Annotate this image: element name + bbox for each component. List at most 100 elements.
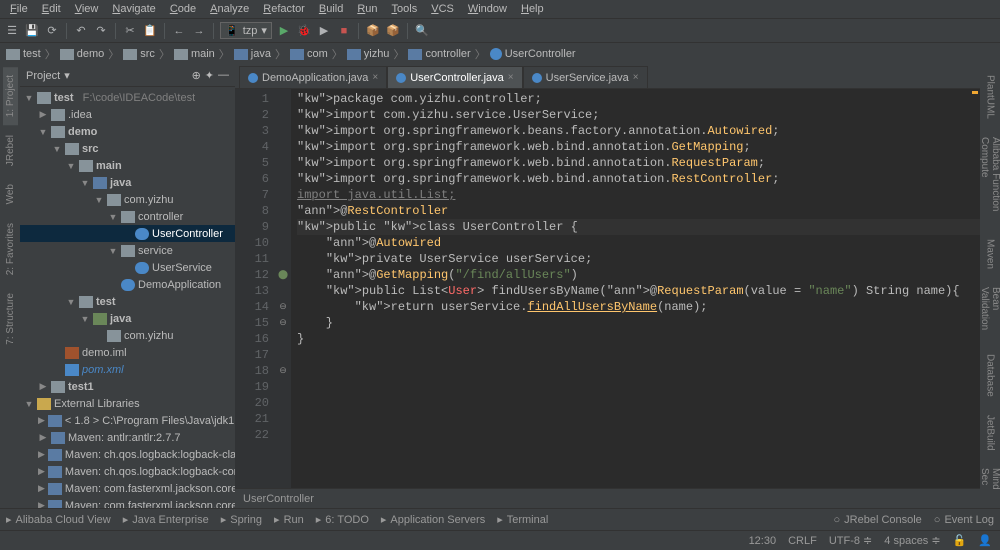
settings-icon[interactable]: ✦ xyxy=(205,69,214,82)
vtab-maven[interactable]: Maven xyxy=(983,231,998,277)
coverage-icon[interactable]: ▶ xyxy=(316,23,332,39)
code-editor[interactable]: 12345678910111213141516171819202122 ⬤⊖⊖⊖… xyxy=(235,89,980,488)
menu-window[interactable]: Window xyxy=(462,1,513,17)
tree-usercontroller[interactable]: UserController xyxy=(20,225,235,242)
vtab-database[interactable]: Database xyxy=(983,346,998,405)
tree-extlib[interactable]: ▼External Libraries xyxy=(20,395,235,412)
bottom-tab-jrebel-console[interactable]: ○JRebel Console xyxy=(833,514,921,526)
bottom-tab-alibaba-cloud-view[interactable]: ▸Alibaba Cloud View xyxy=(6,513,111,526)
crumb-demo[interactable]: demo xyxy=(60,48,105,60)
vtab-favorites[interactable]: 2: Favorites xyxy=(3,215,18,283)
copy-icon[interactable]: 📋 xyxy=(142,23,158,39)
tree-item[interactable]: com.yizhu xyxy=(20,327,235,344)
tree-item[interactable]: ▼src xyxy=(20,140,235,157)
bottom-tab-6-todo[interactable]: ▸6: TODO xyxy=(316,513,369,526)
vtab-web[interactable]: Web xyxy=(3,176,18,212)
debug-icon[interactable]: 🐞 xyxy=(296,23,312,39)
menu-view[interactable]: View xyxy=(69,1,105,17)
bottom-tab-event-log[interactable]: ○Event Log xyxy=(934,514,994,526)
crumb-yizhu[interactable]: yizhu xyxy=(347,48,390,60)
redo-icon[interactable]: ↷ xyxy=(93,23,109,39)
crumb-com[interactable]: com xyxy=(290,48,328,60)
vtab-plantuml[interactable]: PlantUML xyxy=(983,67,998,127)
crumb-UserController[interactable]: UserController xyxy=(490,48,576,60)
tree-item[interactable]: ▼test xyxy=(20,293,235,310)
status-inspect-icon[interactable]: 👤 xyxy=(978,534,992,547)
bottom-tab-run[interactable]: ▸Run xyxy=(274,513,304,526)
tree-item[interactable]: ▶test1 xyxy=(20,378,235,395)
menu-refactor[interactable]: Refactor xyxy=(257,1,311,17)
tab-UserService[interactable]: UserService.java× xyxy=(523,66,648,88)
tree-item[interactable]: UserService xyxy=(20,259,235,276)
menu-navigate[interactable]: Navigate xyxy=(106,1,161,17)
crumb-main[interactable]: main xyxy=(174,48,215,60)
tree-lib[interactable]: ▶Maven: ch.qos.logback:logback-classic:1… xyxy=(20,446,235,463)
cut-icon[interactable]: ✂ xyxy=(122,23,138,39)
bottom-tab-application-servers[interactable]: ▸Application Servers xyxy=(381,513,485,526)
menu-vcs[interactable]: VCS xyxy=(425,1,460,17)
save-icon[interactable]: 💾 xyxy=(24,23,40,39)
open-icon[interactable]: ☰ xyxy=(4,23,20,39)
tree-item[interactable]: ▼java xyxy=(20,174,235,191)
bottom-tab-java-enterprise[interactable]: ▸Java Enterprise xyxy=(123,513,209,526)
structure-icon[interactable]: 📦 xyxy=(365,23,381,39)
stop-icon[interactable]: ■ xyxy=(336,23,352,39)
tree-item[interactable]: DemoApplication xyxy=(20,276,235,293)
hide-icon[interactable]: — xyxy=(218,69,229,82)
menu-analyze[interactable]: Analyze xyxy=(204,1,255,17)
crumb-test[interactable]: test xyxy=(6,48,41,60)
collapse-icon[interactable]: ⊕ xyxy=(192,69,201,82)
vtab-alibaba-function-compute[interactable]: Alibaba Function Compute xyxy=(977,129,1000,229)
menu-code[interactable]: Code xyxy=(164,1,202,17)
menu-edit[interactable]: Edit xyxy=(36,1,67,17)
menu-help[interactable]: Help xyxy=(515,1,550,17)
status-lock-icon[interactable]: 🔓 xyxy=(953,534,967,547)
run-icon[interactable]: ▶ xyxy=(276,23,292,39)
menu-build[interactable]: Build xyxy=(313,1,349,17)
tree-root[interactable]: ▼test F:\code\IDEACode\test xyxy=(20,89,235,106)
undo-icon[interactable]: ↶ xyxy=(73,23,89,39)
status-enc[interactable]: UTF-8 ≑ xyxy=(829,534,872,547)
crumb-java[interactable]: java xyxy=(234,48,271,60)
tree-item[interactable]: ▶.idea xyxy=(20,106,235,123)
status-eol[interactable]: CRLF xyxy=(788,535,817,547)
refresh-icon[interactable]: ⟳ xyxy=(44,23,60,39)
status-indent[interactable]: 4 spaces ≑ xyxy=(884,534,940,547)
tree-item[interactable]: ▼service xyxy=(20,242,235,259)
tab-DemoApplication[interactable]: DemoApplication.java× xyxy=(239,66,387,88)
tree-item[interactable]: ▼main xyxy=(20,157,235,174)
run-config-combo[interactable]: 📱 tzp ▾ xyxy=(220,22,272,39)
tree-lib[interactable]: ▶Maven: com.fasterxml.jackson.core:jacks… xyxy=(20,480,235,497)
bottom-tab-terminal[interactable]: ▸Terminal xyxy=(497,513,548,526)
menu-run[interactable]: Run xyxy=(351,1,383,17)
vtab-mind-sec[interactable]: Mind Sec xyxy=(977,460,1000,506)
menu-tools[interactable]: Tools xyxy=(386,1,424,17)
close-icon[interactable]: × xyxy=(372,72,378,83)
project-tree[interactable]: ▼test F:\code\IDEACode\test ▶.idea ▼demo… xyxy=(20,87,235,508)
close-icon[interactable]: × xyxy=(508,72,514,83)
bottom-tab-spring[interactable]: ▸Spring xyxy=(221,513,262,526)
menu-file[interactable]: File xyxy=(4,1,34,17)
vtab-jetbuild[interactable]: JetBuild xyxy=(983,407,998,459)
code-content[interactable]: "kw">package com.yizhu.controller;"kw">i… xyxy=(291,89,980,488)
vtab-project[interactable]: 1: Project xyxy=(3,67,18,125)
sdk-icon[interactable]: 📦 xyxy=(385,23,401,39)
crumb-src[interactable]: src xyxy=(123,48,155,60)
search-icon[interactable]: 🔍 xyxy=(414,23,430,39)
tree-item[interactable]: pom.xml xyxy=(20,361,235,378)
tab-UserController[interactable]: UserController.java× xyxy=(387,66,522,88)
tree-item[interactable]: demo.iml xyxy=(20,344,235,361)
back-icon[interactable]: ← xyxy=(171,23,187,39)
tree-lib[interactable]: ▶Maven: com.fasterxml.jackson.core:jacks… xyxy=(20,497,235,508)
forward-icon[interactable]: → xyxy=(191,23,207,39)
tree-item[interactable]: ▼com.yizhu xyxy=(20,191,235,208)
close-icon[interactable]: × xyxy=(633,72,639,83)
status-pos[interactable]: 12:30 xyxy=(749,535,777,547)
vtab-structure[interactable]: 7: Structure xyxy=(3,285,18,353)
tree-item[interactable]: ▼demo xyxy=(20,123,235,140)
vtab-bean-validation[interactable]: Bean Validation xyxy=(977,279,1000,344)
vtab-jrebel[interactable]: JRebel xyxy=(3,127,18,174)
tree-item[interactable]: ▼controller xyxy=(20,208,235,225)
crumb-controller[interactable]: controller xyxy=(408,48,470,60)
tree-lib[interactable]: ▶< 1.8 > C:\Program Files\Java\jdk1.8.0_… xyxy=(20,412,235,429)
